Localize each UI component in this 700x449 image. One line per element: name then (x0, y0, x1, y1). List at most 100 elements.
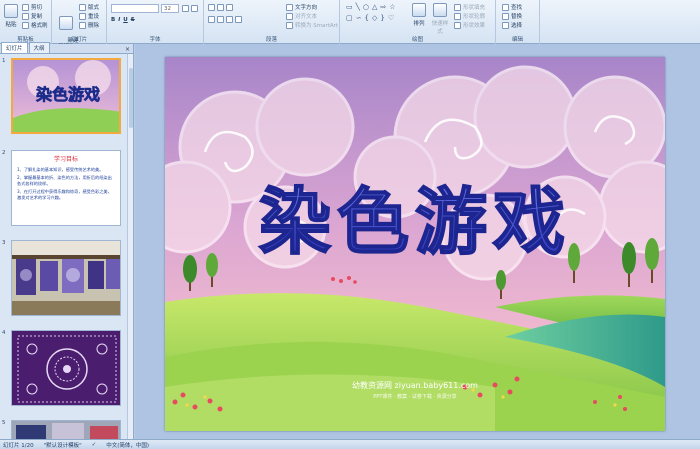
text-direction-button[interactable]: 文字方向 (286, 3, 317, 11)
copy-icon (22, 12, 29, 20)
copy-button[interactable]: 复制 (22, 12, 42, 20)
layout-icon (79, 3, 86, 11)
smartart-icon (286, 21, 293, 29)
align-text-icon (286, 12, 293, 20)
language-indicator[interactable]: 中文(简体，中国) (106, 441, 149, 449)
curve-icon[interactable]: ∽ (356, 14, 363, 22)
fill-bucket-icon (454, 3, 461, 11)
slide-counter: 幻灯片 1/20 (3, 442, 34, 449)
strike-icon[interactable]: S (131, 17, 135, 23)
outline-icon (454, 12, 461, 20)
slide-title[interactable]: 染色游戏 (258, 179, 571, 265)
drawing-group: ▭ ╲ ○ △ ⇨ ☆ ▢ ∽{◇} ♡ 排列 快速样式 形状填充 形状轮廓 形状效果 绘图 (340, 0, 496, 44)
brace-icon[interactable]: { (365, 14, 370, 22)
text-direction-icon (286, 3, 293, 11)
watermark-subtitle: PPT课件 · 教案 · 试卷下载 · 资源分享 (373, 393, 456, 400)
scrollbar-thumb[interactable] (129, 68, 133, 128)
watermark-title: 幼教资源网 ziyuan.baby611.com (352, 380, 478, 390)
thumb-1-title: 染色游戏 (35, 85, 100, 104)
bold-icon[interactable]: B (111, 17, 115, 23)
thumb-preview (11, 420, 121, 439)
format-painter-button[interactable]: 格式刷 (22, 21, 48, 29)
rectangle-icon[interactable]: ▭ (346, 3, 354, 11)
delete-icon (79, 21, 86, 29)
arrow-icon[interactable]: ⇨ (380, 3, 387, 11)
shrink-font-icon (191, 5, 198, 12)
panel-scrollbar[interactable] (127, 54, 133, 439)
arrange-icon (412, 3, 426, 17)
thumb-2-line-2: 2、掌握最基本的折、染色的方法，用折后的纸染出各式各样的纹样。 (17, 175, 112, 186)
circle-icon[interactable]: ○ (363, 3, 370, 11)
quick-styles-icon (433, 3, 447, 17)
reset-button[interactable]: 重设 (79, 12, 99, 20)
cut-button[interactable]: 剪切 (22, 3, 42, 11)
thumb-preview: 学习目标 1、了解扎染的基本知识，感受传统艺术的美。 2、掌握最基本的折、染色的… (11, 150, 121, 226)
font-style-buttons[interactable]: BIUS (111, 17, 135, 23)
paste-button[interactable]: 粘贴 (3, 4, 19, 28)
layout-button[interactable]: 版式 (79, 3, 99, 11)
delete-slide-button[interactable]: 删除 (79, 21, 99, 29)
paragraph-group: 文字方向 对齐文本 转换为 SmartArt 段落 (204, 0, 340, 44)
reset-icon (79, 12, 86, 20)
cursor-icon (502, 21, 509, 29)
editing-label: 编辑 (511, 37, 523, 43)
thumb-4-pattern (12, 331, 120, 405)
thumb-preview: 染色游戏 (11, 58, 121, 134)
thumb-number: 1 (2, 58, 6, 64)
shape-fill-button[interactable]: 形状填充 (454, 3, 485, 11)
shapes-gallery-row2[interactable]: ▢ ∽{◇} ♡ (346, 14, 395, 22)
ribbon: 粘贴 剪切 复制 格式刷 剪贴板 新建 幻灯片 版式 重设 删除 幻灯片 32 … (0, 0, 700, 50)
select-button[interactable]: 选择 (502, 21, 522, 29)
tab-slides[interactable]: 幻灯片 (1, 42, 28, 53)
rounded-rect-icon[interactable]: ▢ (346, 14, 354, 22)
current-slide[interactable]: 染色游戏 幼教资源网 ziyuan.baby611.com PPT课件 · 教案… (165, 57, 665, 431)
panel-tabs: 幻灯片 大纲 × (0, 42, 133, 54)
shape-effects-button[interactable]: 形状效果 (454, 21, 485, 29)
line-icon[interactable]: ╲ (356, 3, 361, 11)
drawing-label: 绘图 (411, 37, 423, 43)
bullets-icon (208, 4, 215, 11)
triangle-icon[interactable]: △ (372, 3, 378, 11)
thumb-3-photo (12, 241, 120, 315)
font-name-field[interactable] (111, 4, 159, 13)
thumb-preview (11, 330, 121, 406)
thumb-preview (11, 240, 121, 316)
slide-background: 染色游戏 幼教资源网 ziyuan.baby611.com PPT课件 · 教案… (165, 57, 665, 431)
effects-icon (454, 21, 461, 29)
thumb-number: 3 (2, 240, 6, 246)
spellcheck-icon[interactable]: ✓ (92, 442, 97, 448)
status-bar: 幻灯片 1/20 "默认设计模板" ✓ 中文(简体，中国) (0, 439, 700, 449)
shapes-gallery[interactable]: ▭ ╲ ○ △ ⇨ ☆ (346, 3, 397, 11)
font-group: 32 BIUS 字体 (107, 0, 204, 44)
clipboard-group: 粘贴 剪切 复制 格式刷 剪贴板 (0, 0, 52, 44)
quick-styles-button[interactable]: 快速样式 (430, 3, 450, 35)
close-icon[interactable]: × (125, 46, 133, 53)
align-center-icon (217, 16, 224, 23)
grow-font-button[interactable] (182, 5, 198, 12)
convert-smartart-button[interactable]: 转换为 SmartArt (286, 21, 338, 29)
justify-icon (235, 16, 242, 23)
brush-icon (22, 21, 29, 29)
bracket-icon[interactable]: } (380, 14, 385, 22)
heart-icon[interactable]: ♡ (388, 14, 395, 22)
shape-outline-button[interactable]: 形状轮廓 (454, 12, 485, 20)
replace-button[interactable]: 替换 (502, 12, 522, 20)
find-button[interactable]: 查找 (502, 3, 522, 11)
italic-icon[interactable]: I (118, 17, 120, 23)
font-size-field[interactable]: 32 (161, 4, 179, 13)
theme-name: "默认设计模板" (43, 442, 82, 449)
star-icon[interactable]: ☆ (389, 3, 396, 11)
slide-editor: 染色游戏 幼教资源网 ziyuan.baby611.com PPT课件 · 教案… (135, 44, 700, 439)
align-right-icon (226, 16, 233, 23)
font-label: 字体 (149, 37, 161, 43)
slides-label: 幻灯片 (70, 37, 88, 43)
align-text-button[interactable]: 对齐文本 (286, 12, 317, 20)
underline-icon[interactable]: U (123, 17, 127, 23)
arrange-button[interactable]: 排列 (412, 3, 426, 27)
bullets-button[interactable] (208, 4, 233, 11)
tab-outline[interactable]: 大纲 (28, 42, 50, 53)
slides-group: 新建 幻灯片 版式 重设 删除 幻灯片 (52, 0, 107, 50)
thumb-number: 5 (2, 420, 6, 426)
align-buttons[interactable] (208, 16, 242, 23)
callout-icon[interactable]: ◇ (372, 14, 378, 22)
